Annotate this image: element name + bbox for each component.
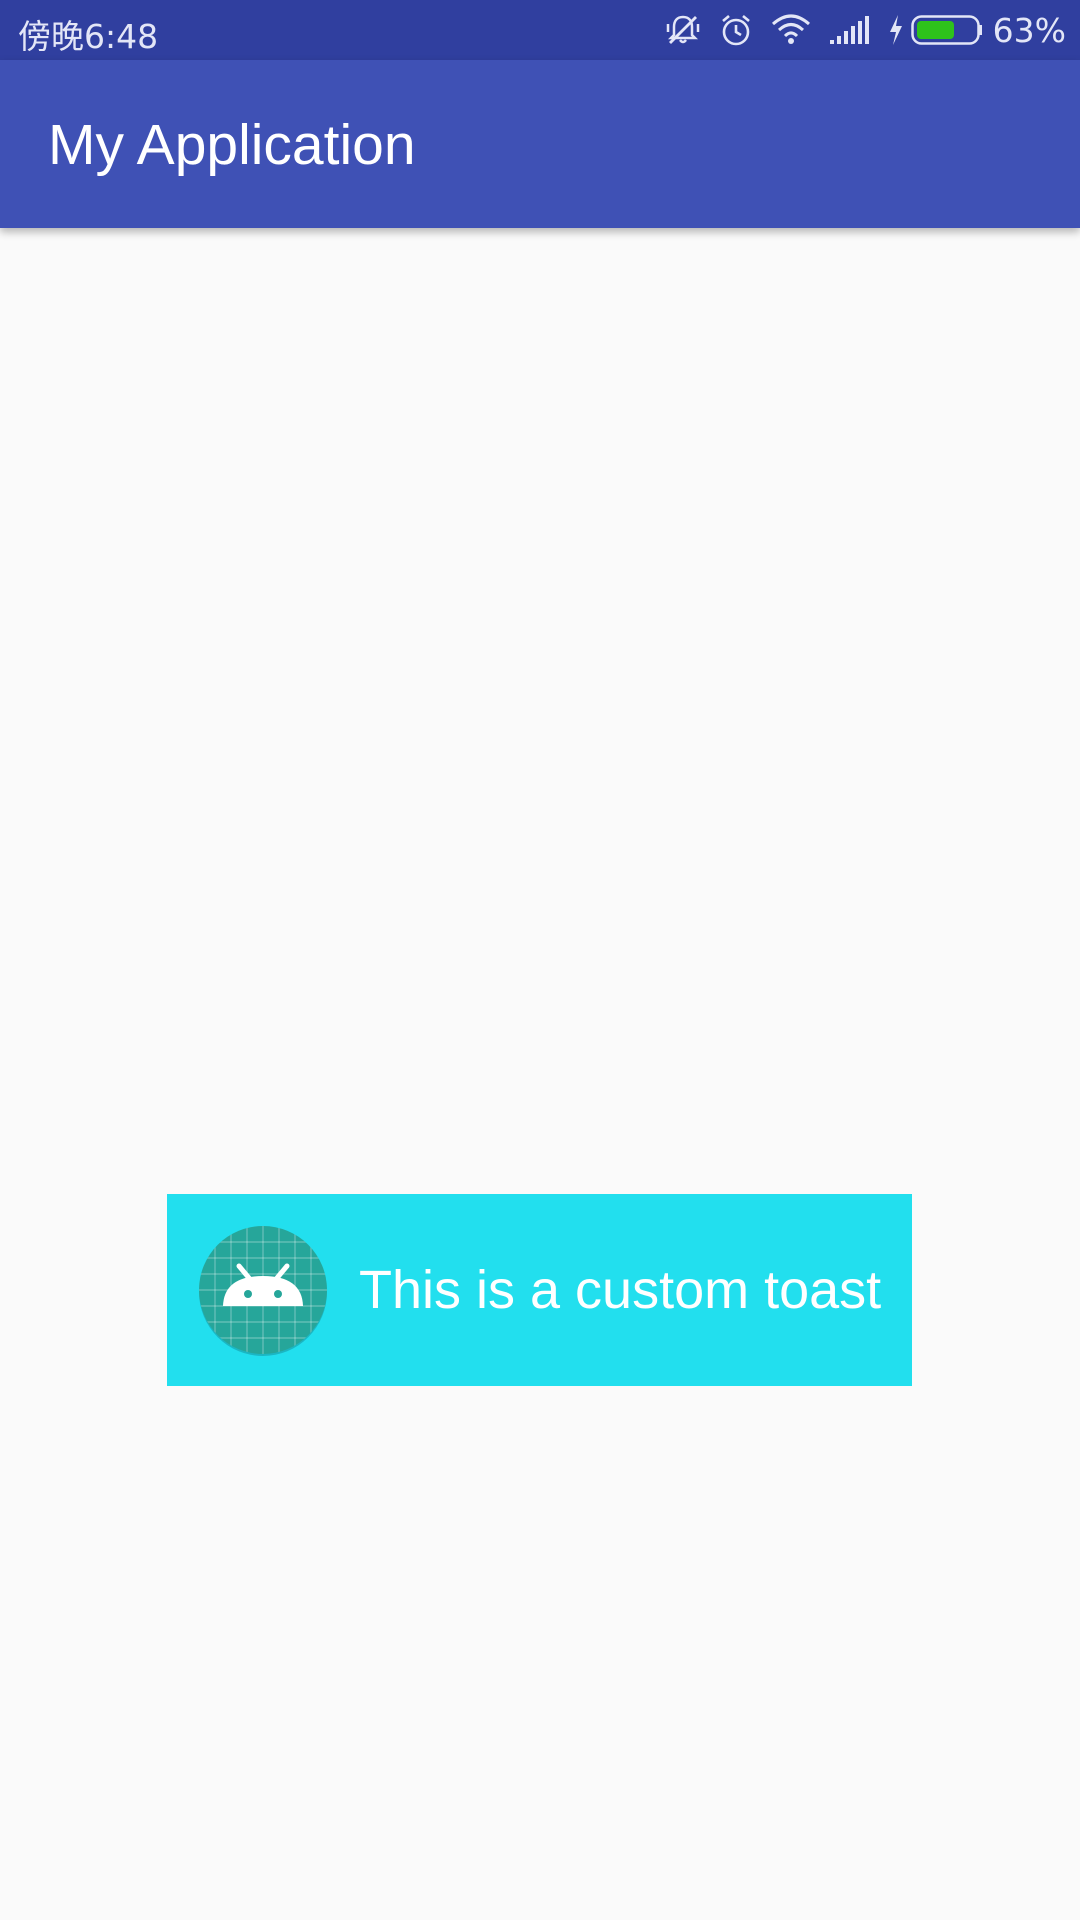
wifi-icon	[771, 14, 811, 46]
status-bar: 傍晚6:48 63%	[0, 0, 1080, 60]
main-content	[0, 228, 1080, 1920]
app-title: My Application	[48, 113, 416, 177]
custom-toast: This is a custom toast	[167, 1194, 912, 1386]
status-icons: 63%	[647, 0, 1066, 60]
battery-icon	[910, 15, 983, 45]
alarm-icon	[719, 13, 753, 47]
android-launcher-icon	[197, 1224, 329, 1356]
charging-icon	[887, 14, 905, 46]
notifications-off-icon	[665, 12, 701, 48]
battery-percent: 63%	[992, 10, 1066, 50]
app-bar: My Application	[0, 60, 1080, 228]
status-time: 傍晚6:48	[18, 17, 159, 56]
battery-level-fill	[916, 21, 954, 39]
toast-message: This is a custom toast	[359, 1260, 882, 1320]
cell-signal-icon	[829, 16, 869, 44]
